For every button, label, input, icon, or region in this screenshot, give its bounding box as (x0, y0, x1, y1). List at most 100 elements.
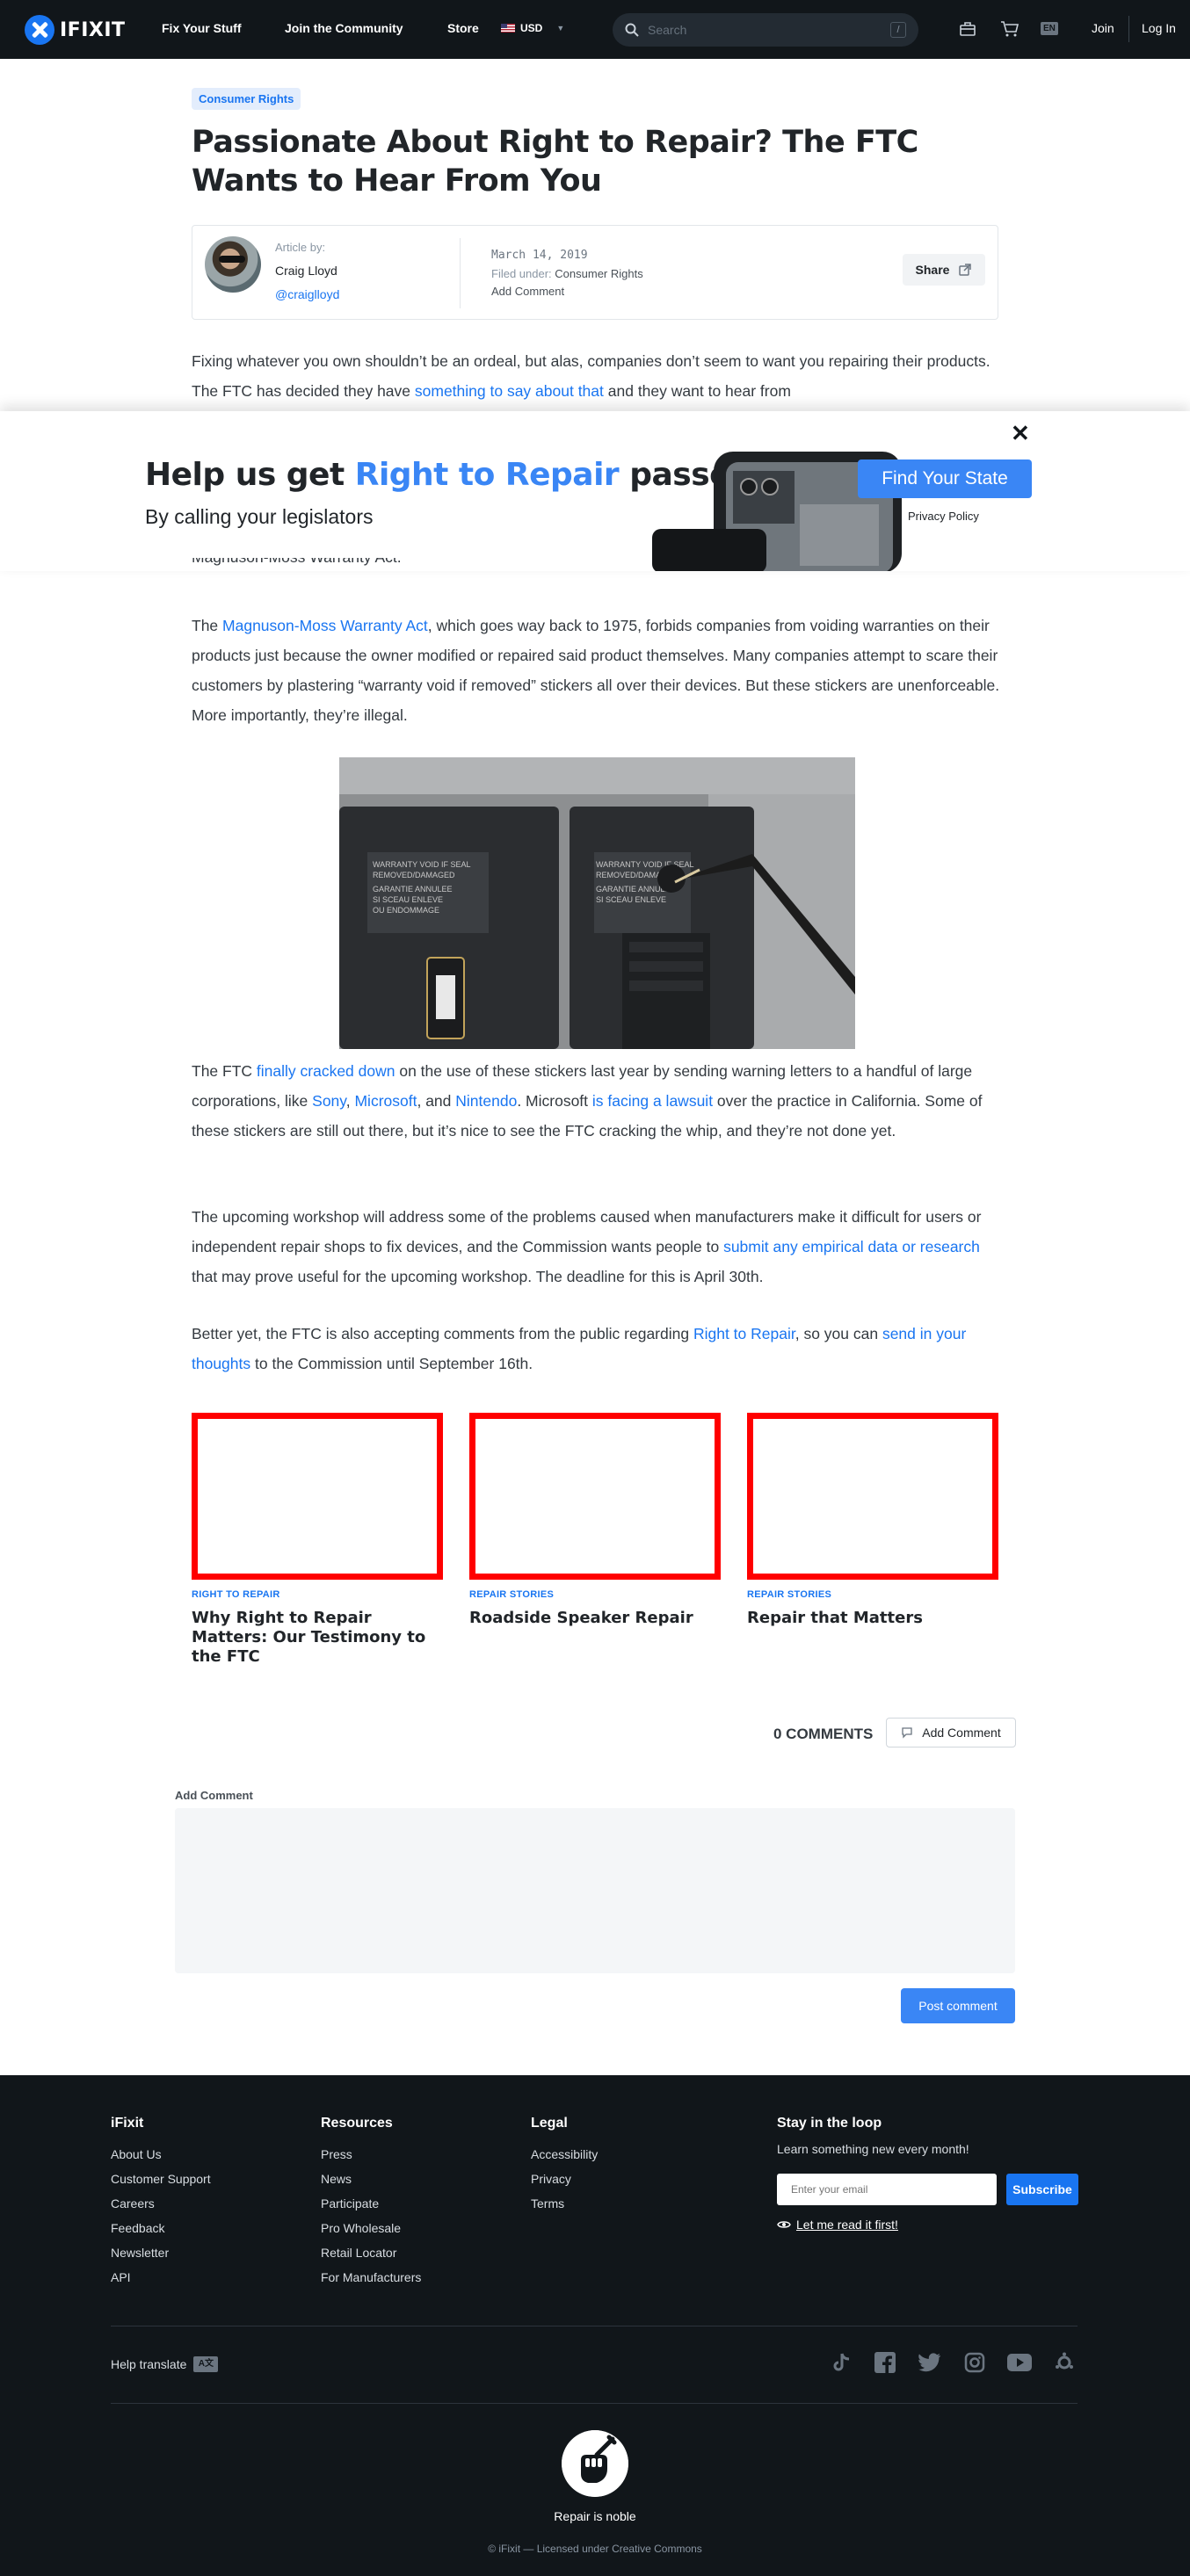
footer-link[interactable]: Terms (531, 2191, 598, 2216)
nav-join-community[interactable]: Join the Community (285, 21, 403, 35)
footer-copyright[interactable]: © iFixit — Licensed under Creative Commo… (0, 2543, 1190, 2555)
link-nintendo[interactable]: Nintendo (455, 1092, 517, 1110)
add-comment-button[interactable]: Add Comment (886, 1718, 1016, 1747)
footer-tagline: Repair is noble (554, 2509, 636, 2523)
author-handle[interactable]: @craiglloyd (275, 287, 339, 301)
footer-newsletter: Stay in the loop Learn something new eve… (777, 2116, 969, 2156)
privacy-policy-link[interactable]: Privacy Policy (908, 510, 979, 523)
author-avatar[interactable] (205, 236, 261, 293)
related-card[interactable]: REPAIR STORIES Roadside Speaker Repair (469, 1413, 721, 1628)
footer-link[interactable]: Privacy (531, 2167, 598, 2191)
footer-link[interactable]: Feedback (111, 2216, 211, 2240)
post-comment-button[interactable]: Post comment (901, 1988, 1015, 2023)
text-run: The (192, 617, 223, 634)
footer-link[interactable]: For Manufacturers (321, 2265, 421, 2290)
footer-heading: Legal (531, 2116, 568, 2131)
text-run: to the Commission until September 16th. (250, 1355, 533, 1372)
comments-count: 0 COMMENTS (773, 1726, 874, 1742)
link-right-to-repair[interactable]: Right to Repair (693, 1325, 795, 1342)
related-card-category[interactable]: REPAIR STORIES (747, 1589, 998, 1600)
hubspot-icon[interactable] (1051, 2349, 1078, 2376)
related-card-category[interactable]: REPAIR STORIES (469, 1589, 721, 1600)
link-finally-cracked-down[interactable]: finally cracked down (257, 1062, 395, 1080)
related-card-title[interactable]: Roadside Speaker Repair (469, 1609, 721, 1628)
link-submit-data[interactable]: submit any empirical data or research (723, 1238, 980, 1255)
search-bar[interactable]: / (613, 13, 918, 47)
join-link[interactable]: Join (1092, 21, 1114, 35)
text-run: Help us get (145, 457, 355, 493)
author-name[interactable]: Craig Lloyd (275, 264, 337, 278)
footer-link[interactable]: Newsletter (111, 2240, 211, 2265)
currency-label: USD (520, 22, 543, 34)
youtube-icon[interactable] (1006, 2349, 1033, 2376)
newsletter-email-input[interactable] (777, 2174, 997, 2205)
twitter-icon[interactable] (917, 2349, 943, 2376)
site-footer: iFixit About Us Customer Support Careers… (0, 2075, 1190, 2576)
help-translate-label: Help translate (111, 2357, 187, 2371)
ifixit-logo-icon (25, 15, 54, 45)
chevron-down-icon: ▼ (556, 24, 565, 33)
instagram-icon[interactable] (961, 2349, 988, 2376)
link-lawsuit[interactable]: is facing a lawsuit (592, 1092, 713, 1110)
close-icon[interactable]: ✕ (1011, 420, 1030, 447)
related-card[interactable]: RIGHT TO REPAIR Why Right to Repair Matt… (192, 1413, 443, 1667)
footer-link[interactable]: Customer Support (111, 2167, 211, 2191)
svg-text:GARANTIE ANNULEE: GARANTIE ANNULEE (373, 885, 453, 894)
help-translate-link[interactable]: Help translate A文 (111, 2356, 219, 2372)
share-button[interactable]: Share (903, 254, 985, 286)
related-card-category[interactable]: RIGHT TO REPAIR (192, 1589, 443, 1600)
link-magnuson-moss[interactable]: Magnuson-Moss Warranty Act (222, 617, 428, 634)
facebook-icon[interactable] (872, 2349, 898, 2376)
toolbox-icon[interactable] (959, 20, 976, 38)
ifixit-logo[interactable]: IFIXIT (25, 15, 126, 45)
search-input[interactable] (648, 23, 890, 37)
cart-icon[interactable] (1000, 20, 1019, 38)
footer-link[interactable]: Press (321, 2142, 421, 2167)
nav-fix-your-stuff[interactable]: Fix Your Stuff (162, 21, 241, 35)
right-to-repair-banner: ✕ Help us get Right to Repair passed By … (0, 411, 1190, 571)
read-first-label: Let me read it first! (796, 2218, 898, 2232)
related-card[interactable]: REPAIR STORIES Repair that Matters (747, 1413, 998, 1628)
share-label: Share (915, 263, 950, 277)
filed-under-label: Filed under: (491, 267, 552, 280)
link-microsoft[interactable]: Microsoft (354, 1092, 417, 1110)
related-card-title[interactable]: Repair that Matters (747, 1609, 998, 1628)
find-your-state-button[interactable]: Find Your State (858, 459, 1032, 498)
nav-divider (1128, 16, 1129, 42)
byline-box: Article by: Craig Lloyd @craiglloyd Marc… (192, 225, 998, 320)
footer-link[interactable]: Retail Locator (321, 2240, 421, 2265)
footer-link[interactable]: API (111, 2265, 211, 2290)
paragraph-ftc-crackdown: The FTC finally cracked down on the use … (192, 1056, 1000, 1146)
related-card-title[interactable]: Why Right to Repair Matters: Our Testimo… (192, 1609, 443, 1667)
text-run: The FTC (192, 1062, 257, 1080)
tiktok-icon[interactable] (828, 2349, 854, 2376)
footer-link[interactable]: News (321, 2167, 421, 2191)
read-first-link[interactable]: Let me read it first! (777, 2218, 898, 2232)
comment-textarea[interactable] (175, 1808, 1015, 1973)
footer-link[interactable]: Careers (111, 2191, 211, 2216)
category-tag[interactable]: Consumer Rights (192, 88, 301, 110)
subscribe-button[interactable]: Subscribe (1006, 2174, 1078, 2205)
footer-link[interactable]: Participate (321, 2191, 421, 2216)
footer-heading: Resources (321, 2116, 393, 2131)
svg-text:SI SCEAU ENLEVE: SI SCEAU ENLEVE (596, 895, 666, 904)
link-something-to-say[interactable]: something to say about that (415, 382, 604, 400)
footer-link[interactable]: About Us (111, 2142, 211, 2167)
byline-add-comment-link[interactable]: Add Comment (491, 285, 564, 298)
byline-label: Article by: (275, 241, 326, 254)
related-card-image[interactable] (192, 1413, 443, 1580)
currency-selector[interactable]: USD ▼ (501, 22, 564, 34)
related-card-image[interactable] (469, 1413, 721, 1580)
footer-link[interactable]: Accessibility (531, 2142, 598, 2167)
footer-link[interactable]: Pro Wholesale (321, 2216, 421, 2240)
svg-text:SI SCEAU ENLEVE: SI SCEAU ENLEVE (373, 895, 443, 904)
nav-store[interactable]: Store (447, 21, 479, 35)
paragraph-intro: Fixing whatever you own shouldn’t be an … (192, 346, 1000, 406)
filed-under: Filed under: Consumer Rights (491, 267, 643, 280)
filed-under-category[interactable]: Consumer Rights (555, 267, 642, 280)
login-link[interactable]: Log In (1142, 21, 1176, 35)
language-selector[interactable]: EN (1041, 22, 1058, 35)
related-card-image[interactable] (747, 1413, 998, 1580)
external-share-icon (959, 264, 972, 276)
link-sony[interactable]: Sony (312, 1092, 346, 1110)
